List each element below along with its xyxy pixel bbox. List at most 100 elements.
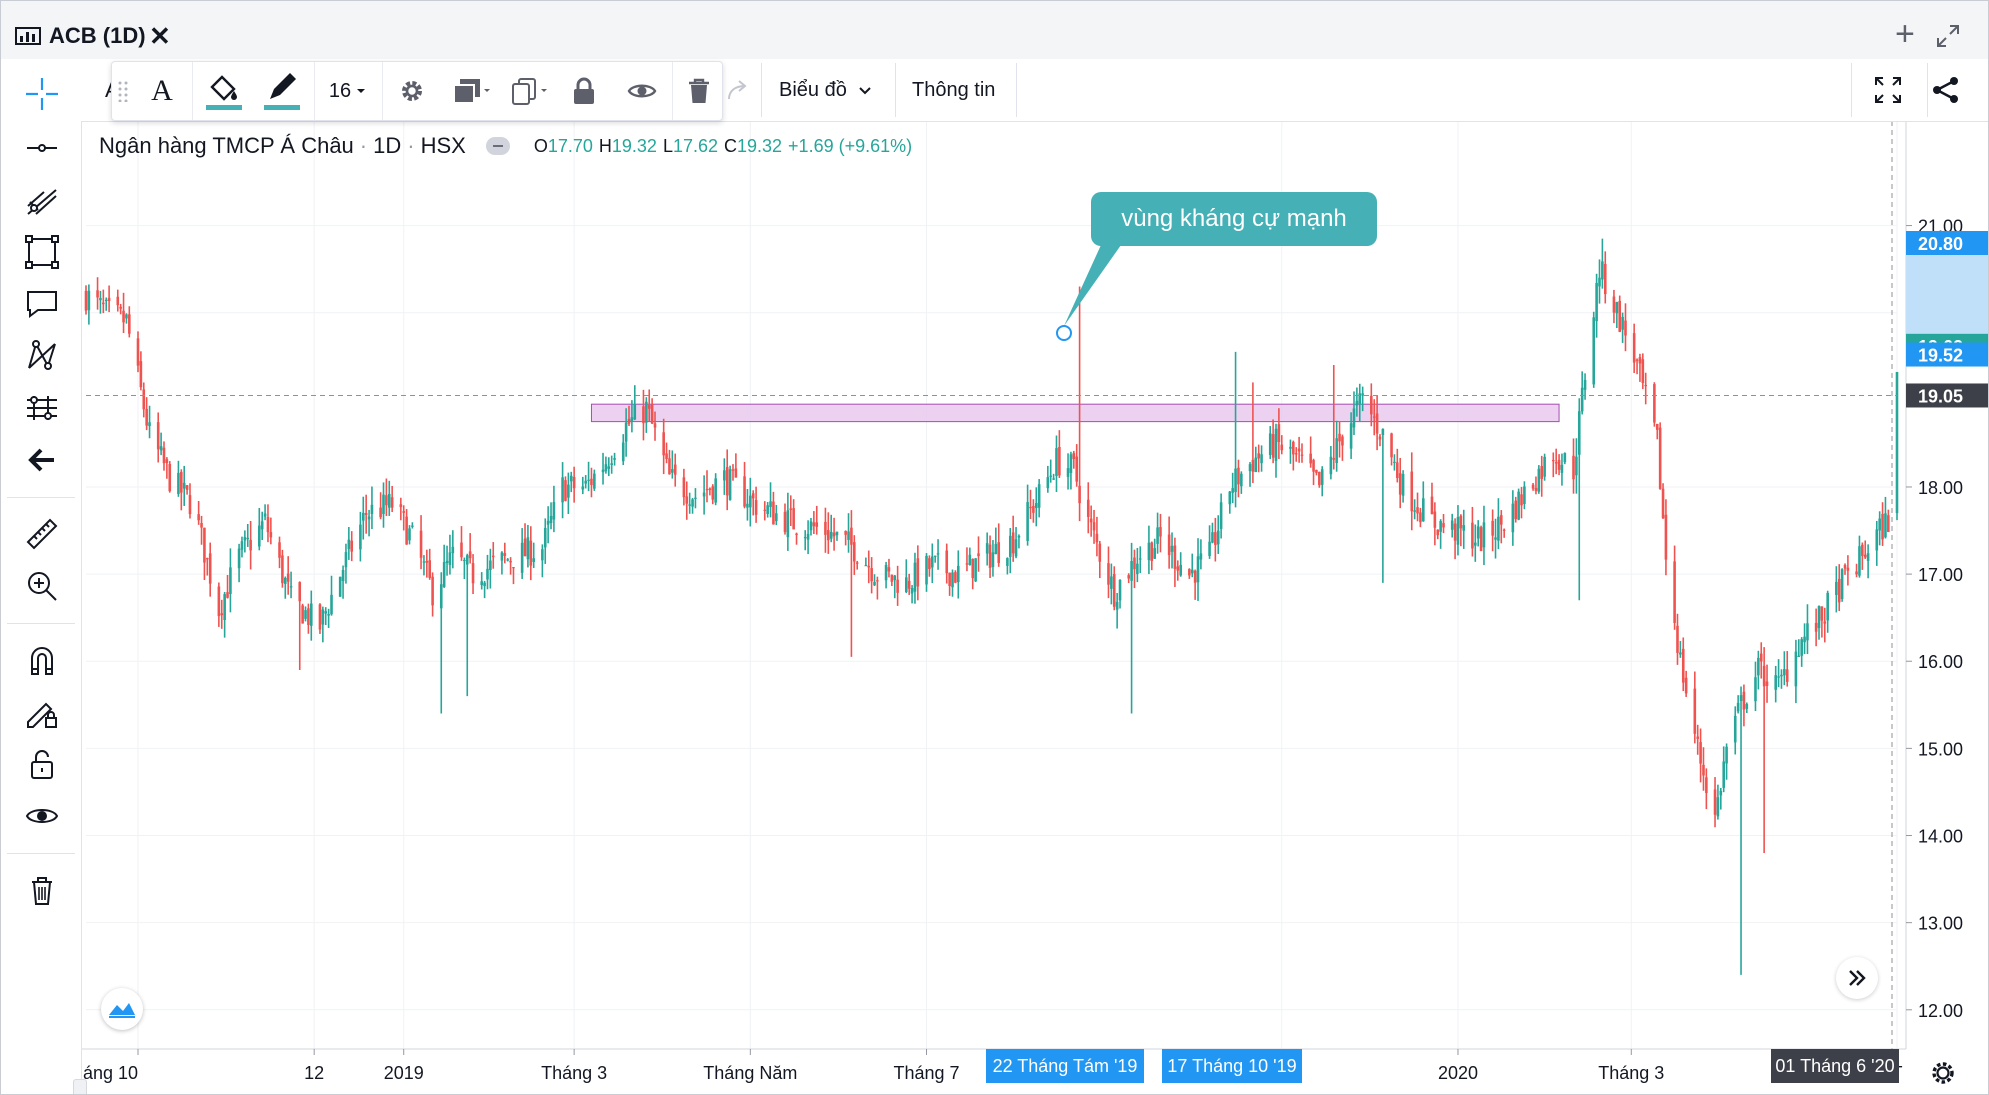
remove-drawings-button[interactable] (19, 867, 65, 913)
add-chart-icon[interactable]: + (1895, 15, 1915, 54)
candle-body (243, 537, 247, 541)
text-tool-button[interactable]: A (142, 66, 182, 116)
share-button[interactable] (1931, 59, 1961, 121)
trash-icon (689, 78, 709, 103)
candle-body (344, 552, 348, 568)
back-arrow-icon (28, 448, 54, 472)
candle-body (1759, 653, 1763, 662)
candle-body (1462, 525, 1466, 531)
candle-body (1026, 502, 1029, 541)
candle-body (1551, 459, 1555, 462)
settings-button[interactable] (388, 66, 436, 116)
close-icon[interactable]: ✕ (149, 21, 171, 52)
candle-body (847, 531, 850, 540)
candle-body (916, 558, 920, 587)
candle-body (549, 515, 553, 524)
chart-settings-button[interactable] (1925, 1055, 1961, 1091)
hide-button[interactable] (618, 66, 666, 116)
candle-body (1653, 384, 1656, 423)
legend-collapse-toggle[interactable] (485, 137, 510, 155)
x-tick-label: 2020 (1438, 1063, 1478, 1083)
font-size-dropdown[interactable]: 16 (320, 66, 376, 116)
annotation-callout[interactable]: vùng kháng cự mạnh (1091, 192, 1377, 246)
chart-menu-button[interactable]: Biểu đồ (779, 59, 873, 121)
pattern-tool-button[interactable] (19, 333, 65, 379)
rectangle-tool-button[interactable] (19, 229, 65, 275)
candle-body (301, 605, 304, 624)
chart-bars-icon (15, 27, 41, 45)
candle-body (1219, 502, 1223, 529)
candle-body (119, 306, 122, 309)
candle-body (1632, 333, 1636, 363)
candle-body (1702, 764, 1705, 776)
candle-body (968, 554, 972, 566)
lock-button[interactable] (560, 66, 608, 116)
candle-body (1034, 503, 1038, 508)
logo-badge[interactable] (101, 988, 143, 1030)
candle-body (977, 553, 980, 557)
visibility-tool-button[interactable] (19, 793, 65, 839)
magnet-tool-button[interactable] (19, 637, 65, 683)
candle-body (217, 586, 221, 617)
candle-body (754, 500, 758, 515)
lock-drawing-tool-button[interactable] (19, 689, 65, 735)
candle-body (425, 560, 429, 563)
sidebar-collapse-handle[interactable]: ‹ (73, 1079, 87, 1094)
fullscreen-button[interactable] (1873, 59, 1903, 121)
drag-handle-icon (118, 81, 128, 102)
candle-body (520, 542, 524, 573)
candle-body (1439, 521, 1442, 532)
line-color-button[interactable] (258, 66, 306, 116)
horizontal-line-tool-button[interactable] (19, 125, 65, 171)
candle-body (1133, 557, 1136, 570)
comment-tool-button[interactable] (19, 281, 65, 327)
candle-body (723, 470, 726, 481)
zoom-tool-button[interactable] (19, 563, 65, 609)
candle-body (751, 493, 755, 499)
candle-body (96, 290, 99, 298)
info-menu-button[interactable]: Thông tin (912, 59, 995, 121)
prediction-tool-button[interactable] (19, 385, 65, 431)
candle-body (1300, 454, 1304, 456)
candle-body (685, 496, 689, 504)
candle-body (1058, 446, 1061, 476)
candle-body (945, 550, 949, 574)
clone-button[interactable] (502, 66, 558, 116)
back-tool-button[interactable] (19, 437, 65, 483)
candle-body (1188, 569, 1191, 576)
candle-body (1049, 475, 1053, 477)
candle-body (1719, 790, 1723, 796)
redo-button[interactable] (721, 59, 755, 121)
candle-body (324, 611, 328, 614)
candle-body (650, 404, 654, 424)
crosshair-tool-button[interactable] (19, 71, 65, 117)
delete-drawing-button[interactable] (678, 66, 720, 116)
visual-order-button[interactable] (444, 66, 500, 116)
scroll-to-realtime-button[interactable] (1836, 957, 1878, 999)
candle-body (1089, 518, 1093, 523)
double-chevron-right-icon (1849, 970, 1866, 986)
candle-body (223, 594, 226, 621)
drag-handle[interactable] (116, 66, 130, 116)
candle-body (1713, 789, 1717, 815)
candle-body (766, 505, 769, 515)
candle-body (1138, 558, 1142, 560)
candle-body (1066, 468, 1070, 477)
candle-body (569, 475, 573, 482)
unlock-tool-button[interactable] (19, 741, 65, 787)
candle-body (835, 531, 839, 536)
candle-body (1277, 424, 1281, 443)
candle-body (541, 549, 544, 561)
fib-tool-button[interactable] (19, 177, 65, 223)
expand-window-icon[interactable] (1935, 23, 1961, 49)
candle-body (1511, 503, 1515, 533)
candle-body (673, 464, 677, 475)
candle-body (887, 567, 891, 572)
ruler-tool-button[interactable] (19, 511, 65, 557)
price-chart[interactable]: 21.0020.0018.0017.0016.0015.0014.0013.00… (1, 1, 1989, 1095)
candle-body (1858, 546, 1861, 576)
candle-body (1783, 669, 1786, 676)
fill-color-button[interactable] (200, 66, 248, 116)
candle-body (350, 540, 354, 552)
candle-body (1658, 427, 1662, 489)
